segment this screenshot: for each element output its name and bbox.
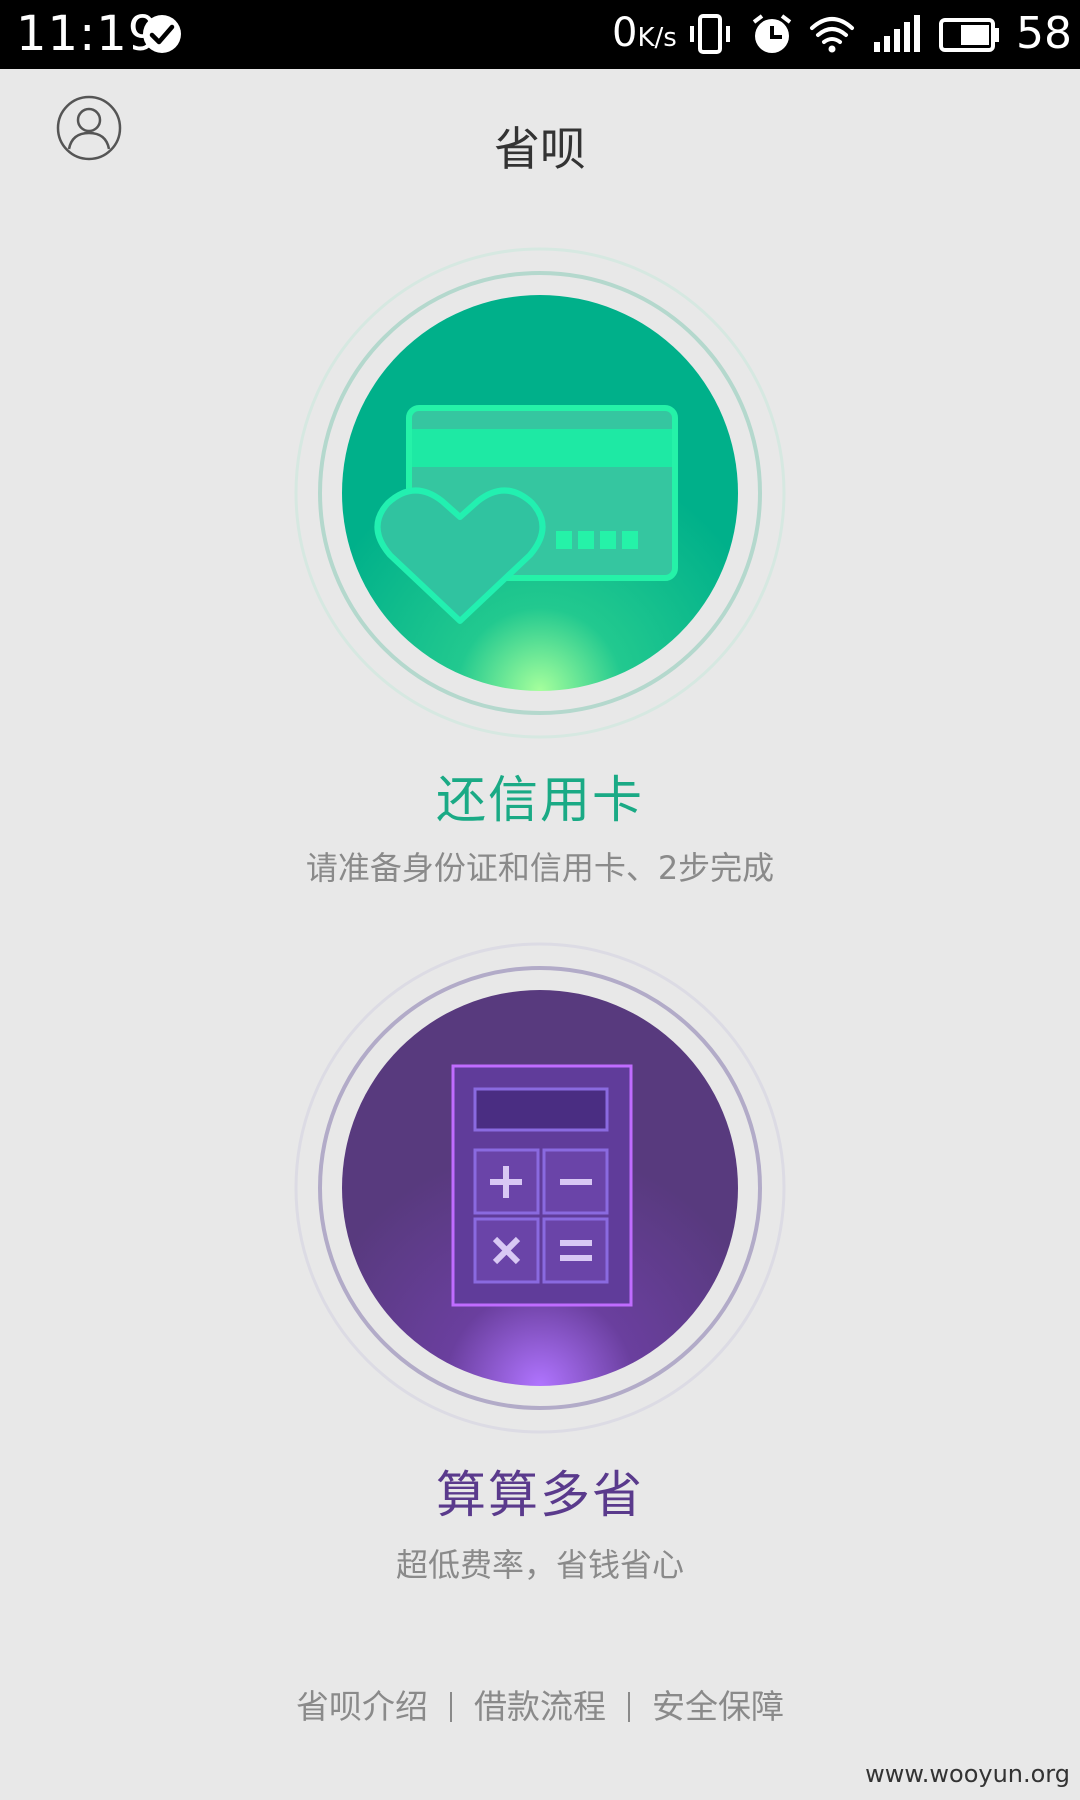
signal-icon <box>874 15 920 52</box>
footer-links: 省呗介绍 借款流程 安全保障 <box>0 1680 1080 1728</box>
app-header: 省呗 <box>0 69 1080 219</box>
divider <box>450 1692 452 1722</box>
repay-card-title[interactable]: 还信用卡 <box>0 760 1080 832</box>
battery-level: 58 <box>1016 8 1072 59</box>
net-speed: 0K/s <box>612 10 677 56</box>
calculator-icon <box>451 1064 633 1307</box>
calculate-savings-subtitle: 超低费率，省钱省心 <box>395 1546 684 1584</box>
security-link[interactable]: 安全保障 <box>652 1687 784 1726</box>
alarm-icon <box>752 14 792 53</box>
about-link[interactable]: 省呗介绍 <box>296 1687 428 1726</box>
wifi-icon <box>810 17 854 53</box>
page-title: 省呗 <box>494 122 586 176</box>
status-icons <box>690 14 999 54</box>
watermark: www.wooyun.org <box>865 1760 1070 1788</box>
battery-icon <box>939 18 999 52</box>
status-time: 11:19 <box>16 6 160 62</box>
repay-card-button[interactable] <box>292 245 788 741</box>
divider <box>628 1692 630 1722</box>
repay-card-subtitle: 请准备身份证和信用卡、2步完成 <box>305 849 775 887</box>
loan-process-link[interactable]: 借款流程 <box>474 1687 606 1726</box>
calculate-savings-button[interactable] <box>292 940 788 1436</box>
status-bar: 11:19 0K/s 58 <box>0 0 1080 69</box>
vibrate-icon <box>690 14 730 54</box>
check-circle-icon <box>143 15 181 53</box>
calculate-savings-title[interactable]: 算算多省 <box>0 1455 1080 1527</box>
